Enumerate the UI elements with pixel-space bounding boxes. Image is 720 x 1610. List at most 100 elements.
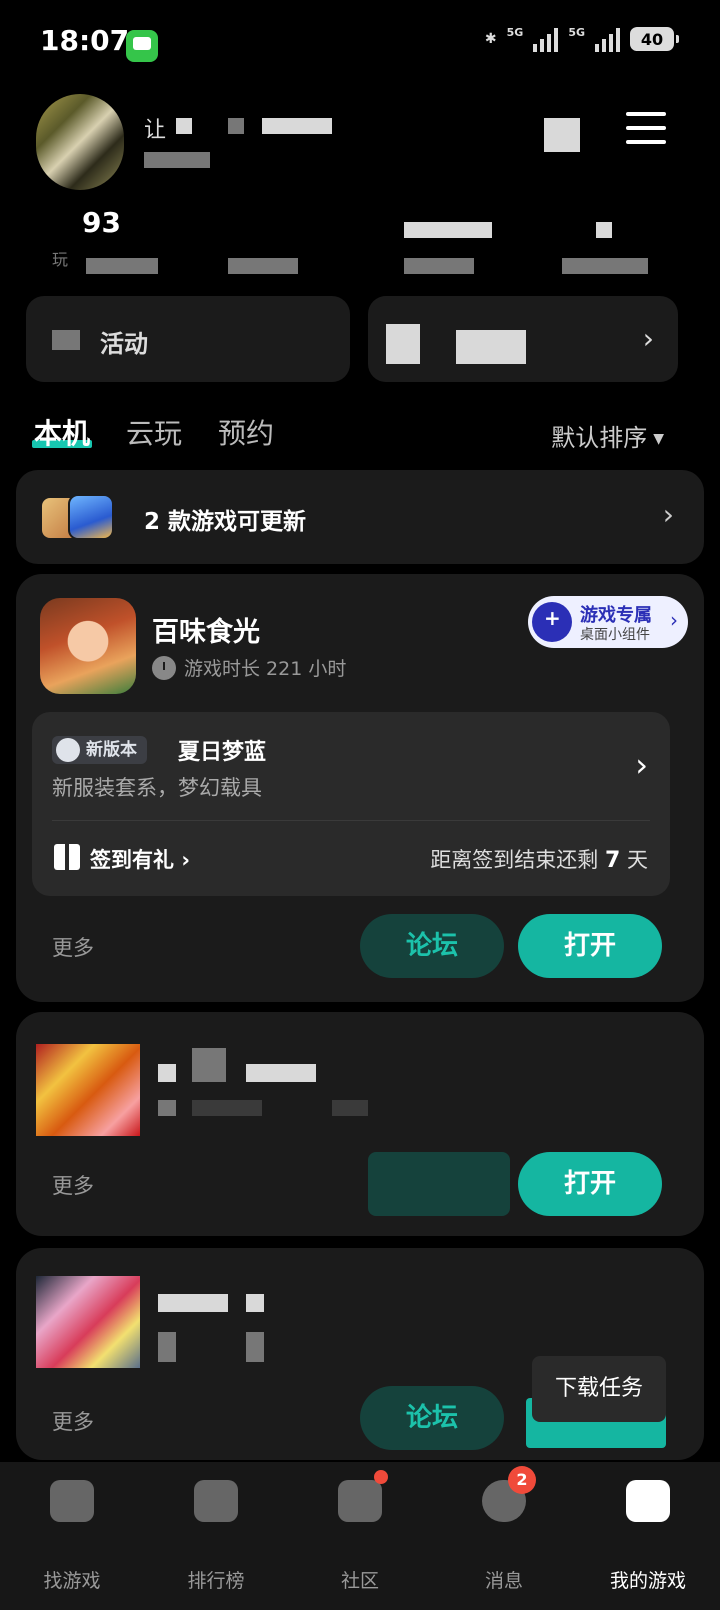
pixelated-play-time xyxy=(158,1100,176,1116)
nav-rankings[interactable]: 排行榜 xyxy=(144,1462,288,1610)
game-icon[interactable] xyxy=(36,1044,140,1136)
battery-icon: 40 xyxy=(630,27,679,51)
pixelated-stat xyxy=(404,258,474,274)
pixelated-play-time xyxy=(246,1332,264,1362)
checkin-link[interactable]: 签到有礼 › xyxy=(90,844,190,874)
nav-label: 消息 xyxy=(484,1570,523,1592)
version-panel[interactable]: 新版本 夏日梦蓝 新服装套系，梦幻载具 › 签到有礼 › 距离签到结束还剩 7 … xyxy=(32,712,670,896)
checkin-unit: 天 xyxy=(627,848,648,872)
chevron-right-icon: › xyxy=(181,848,190,872)
feature-icon xyxy=(386,324,420,364)
pixelated-stat xyxy=(562,258,648,274)
nav-label: 我的游戏 xyxy=(609,1570,686,1592)
nav-label: 排行榜 xyxy=(187,1570,245,1592)
pixelated-game-name xyxy=(246,1064,316,1082)
pixelated-name xyxy=(176,118,192,134)
pixelated-game-name xyxy=(246,1294,264,1312)
checkin-remaining-prefix: 距离签到结束还剩 xyxy=(430,848,599,872)
bluetooth-icon: ✱ xyxy=(484,31,497,47)
activity-label: 活动 xyxy=(100,330,148,358)
sort-label: 默认排序 xyxy=(551,424,648,452)
nav-community[interactable]: 社区 xyxy=(288,1462,432,1610)
pixelated-stat xyxy=(86,258,158,274)
forum-button[interactable]: 论坛 xyxy=(360,1386,504,1450)
pixelated-name xyxy=(228,118,244,134)
game-name[interactable]: 百味食光 xyxy=(152,610,260,649)
update-game-icons xyxy=(42,494,114,540)
gamepad-icon xyxy=(626,1480,670,1522)
game-icon[interactable] xyxy=(40,598,136,694)
nav-my-games[interactable]: 我的游戏 xyxy=(576,1462,720,1610)
checkin-label: 签到有礼 xyxy=(90,848,174,872)
version-title: 夏日梦蓝 xyxy=(178,740,267,765)
signal-1-icon xyxy=(533,26,559,52)
chevron-right-icon: › xyxy=(635,746,648,784)
nav-find-games[interactable]: 找游戏 xyxy=(0,1462,144,1610)
pixelated-game-name xyxy=(158,1064,176,1082)
pixelated-play-time xyxy=(332,1100,368,1116)
signal-label: 5G xyxy=(506,26,524,39)
tab-reserve[interactable]: 预约 xyxy=(218,412,274,452)
signal-label-2: 5G xyxy=(568,26,585,39)
widget-button[interactable]: 游戏专属 桌面小组件 › xyxy=(528,596,688,648)
play-time: 游戏时长 221 小时 xyxy=(152,654,346,681)
pixelated-game-name xyxy=(192,1048,226,1082)
nav-messages[interactable]: 2 消息 xyxy=(432,1462,576,1610)
forum-button[interactable] xyxy=(368,1152,510,1216)
open-button[interactable]: 打开 xyxy=(518,1152,662,1216)
pixelated-stat xyxy=(228,258,298,274)
pixelated-name xyxy=(262,118,332,134)
play-time-text: 游戏时长 221 小时 xyxy=(184,658,347,680)
version-desc: 新服装套系，梦幻载具 xyxy=(52,776,262,800)
chevron-right-icon: › xyxy=(670,608,678,632)
pixelated-play-time xyxy=(192,1100,262,1116)
community-icon xyxy=(338,1480,382,1522)
checkin-days: 7 xyxy=(605,848,621,873)
update-bar[interactable]: 2 款游戏可更新 › xyxy=(16,470,704,564)
feature-card-right[interactable]: › xyxy=(368,296,678,382)
more-link[interactable]: 更多 xyxy=(52,932,94,962)
status-indicators: ✱ 5G 5G 40 xyxy=(484,26,679,52)
activity-card[interactable]: 活动 xyxy=(26,296,350,382)
tab-local[interactable]: 本机 xyxy=(31,412,93,452)
bottom-nav: 找游戏 排行榜 社区 2 消息 我的游戏 xyxy=(0,1462,720,1610)
chevron-right-icon: › xyxy=(642,322,654,355)
signal-2-icon xyxy=(595,26,620,52)
avatar[interactable] xyxy=(36,94,124,190)
notification-dot xyxy=(374,1470,388,1484)
nav-label: 找游戏 xyxy=(43,1570,101,1592)
pixelated-feature-label xyxy=(456,330,526,364)
chevron-right-icon: › xyxy=(662,498,674,531)
new-version-badge: 新版本 xyxy=(52,736,147,764)
tab-cloud[interactable]: 云玩 xyxy=(126,412,182,452)
stat-value: 93 xyxy=(82,206,121,239)
widget-subtitle: 桌面小组件 xyxy=(580,627,650,643)
pixelated-stat xyxy=(596,222,612,238)
open-button[interactable]: 打开 xyxy=(518,914,662,978)
game-tabs: 本机 云玩 预约 xyxy=(31,412,274,452)
stat-label: 玩 xyxy=(52,250,69,269)
more-link[interactable]: 更多 xyxy=(52,1406,94,1436)
timer-icon xyxy=(152,655,176,680)
forum-button[interactable]: 论坛 xyxy=(360,914,504,978)
gamepad-icon xyxy=(532,602,572,642)
pixelated-game-name xyxy=(158,1294,228,1312)
menu-icon[interactable] xyxy=(626,112,666,148)
profile-name[interactable]: 让 xyxy=(144,112,166,144)
pixelated-play-time xyxy=(158,1332,176,1362)
divider xyxy=(52,820,650,821)
messages-app-icon xyxy=(126,30,158,62)
download-task-button[interactable]: 下载任务 xyxy=(532,1356,666,1422)
find-games-icon xyxy=(50,1480,94,1522)
activity-icon xyxy=(52,330,80,350)
nav-label: 社区 xyxy=(340,1570,379,1592)
game-card: 更多 打开 xyxy=(16,1012,704,1236)
more-link[interactable]: 更多 xyxy=(52,1170,94,1200)
message-count-badge: 2 xyxy=(508,1466,536,1494)
game-icon[interactable] xyxy=(36,1276,140,1368)
sort-dropdown[interactable]: 默认排序 ▼ xyxy=(551,418,664,453)
gift-icon xyxy=(54,844,80,870)
status-time: 18:07 xyxy=(40,24,130,57)
checkin-remaining: 距离签到结束还剩 7 天 xyxy=(430,844,648,874)
rankings-icon xyxy=(194,1480,238,1522)
